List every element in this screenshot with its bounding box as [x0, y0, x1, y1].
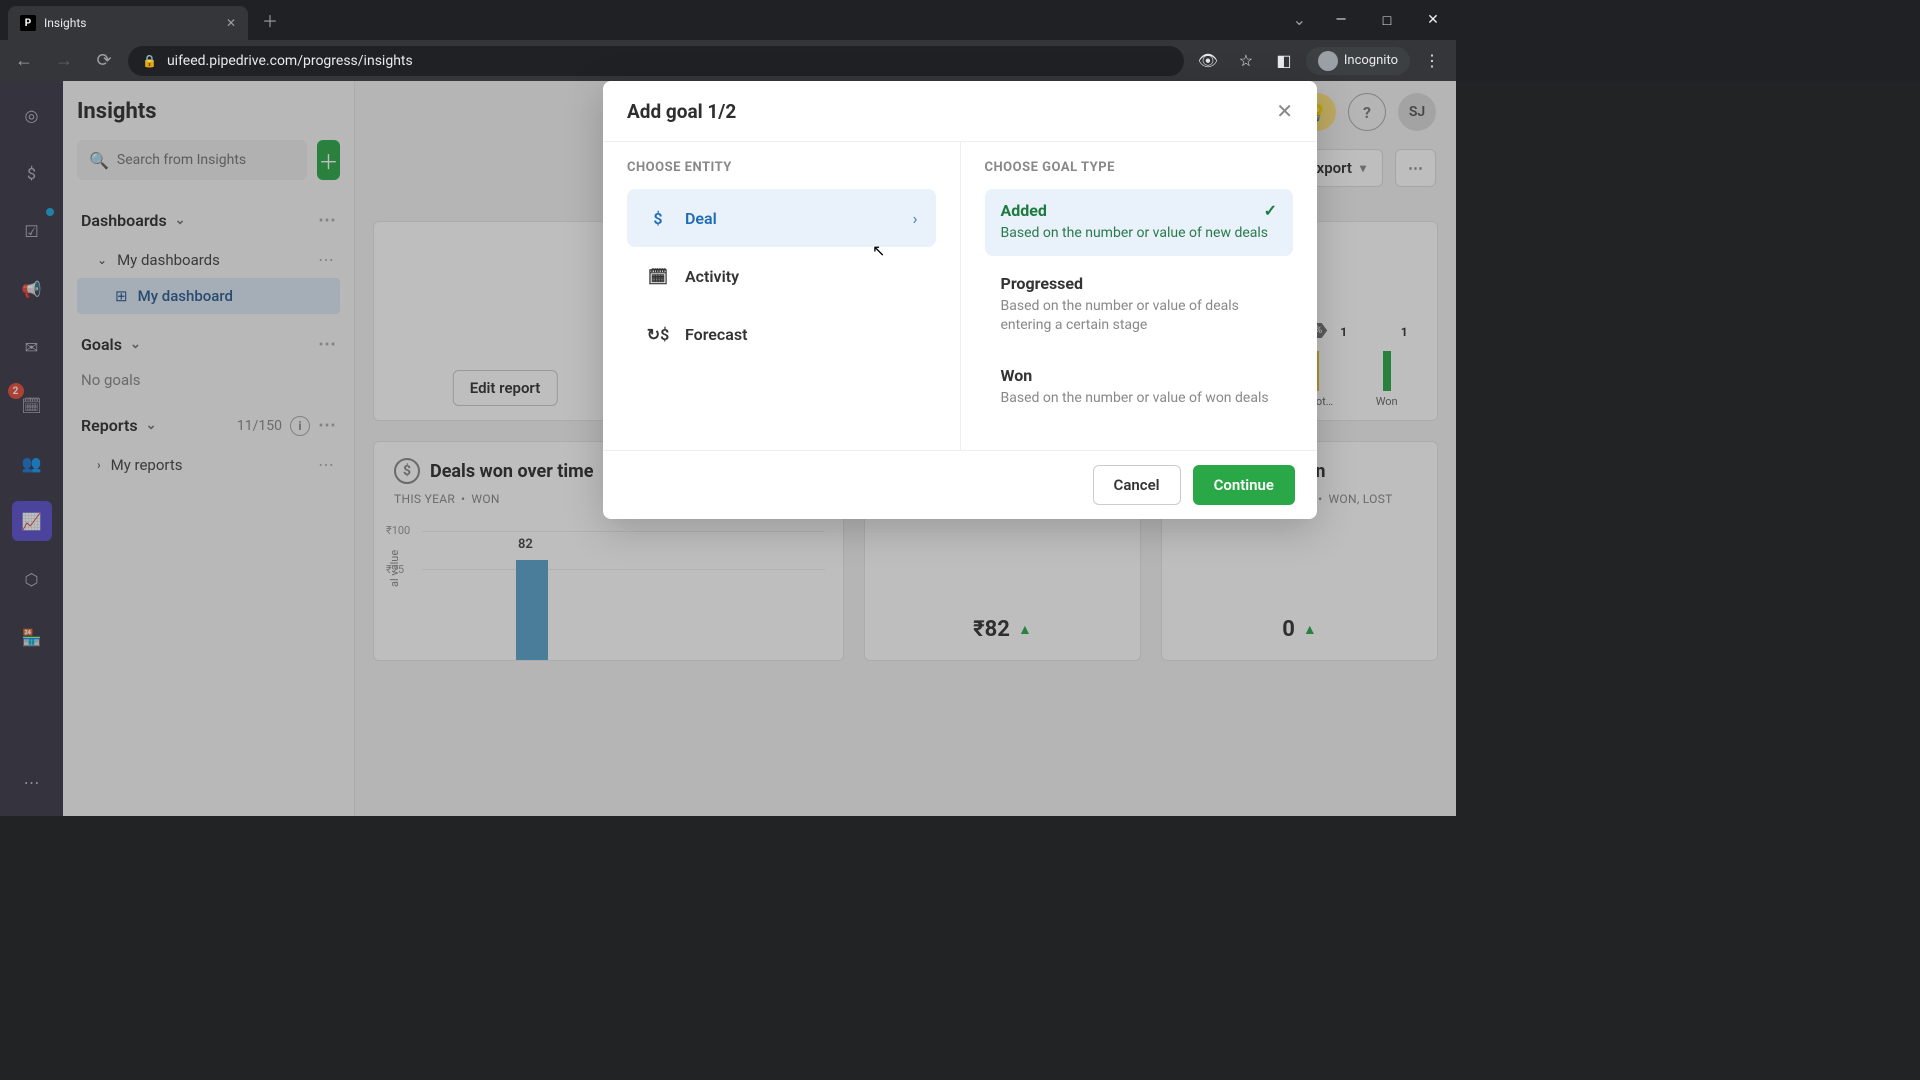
entity-label: Deal: [685, 209, 717, 228]
browser-tab[interactable]: P Insights ✕: [8, 6, 248, 40]
main-content: 👤⁺ 💡 ? SJ r▾ ↗Share Export▾ ⋯ Edit repor…: [355, 81, 1456, 816]
eye-off-icon[interactable]: 👁: [1192, 45, 1224, 77]
bookmark-icon[interactable]: ☆: [1230, 45, 1262, 77]
browser-menu-icon[interactable]: ⋮: [1416, 45, 1448, 77]
tabs-dropdown-icon[interactable]: ⌄: [1293, 10, 1306, 29]
close-tab-icon[interactable]: ✕: [226, 16, 236, 30]
entity-label: Forecast: [685, 325, 747, 344]
tab-bar: P Insights ✕ ＋ ⌄ ― □ ✕: [0, 0, 1456, 40]
tab-favicon: P: [20, 15, 36, 31]
extensions-icon[interactable]: ◧: [1268, 45, 1300, 77]
goal-type-added[interactable]: Added ✓ Based on the number or value of n…: [985, 189, 1294, 256]
goal-type-desc: Based on the number or value of won deal…: [1001, 389, 1278, 409]
calendar-icon: 🗓: [645, 263, 671, 289]
tab-title: Insights: [44, 16, 86, 30]
entity-forecast[interactable]: ↻$ Forecast: [627, 305, 936, 363]
url-text: uifeed.pipedrive.com/progress/insights: [167, 53, 413, 69]
forecast-icon: ↻$: [645, 321, 671, 347]
url-input[interactable]: 🔒 uifeed.pipedrive.com/progress/insights: [128, 46, 1184, 76]
close-window-button[interactable]: ✕: [1410, 0, 1456, 40]
address-bar: ← → ⟳ 🔒 uifeed.pipedrive.com/progress/in…: [0, 40, 1456, 81]
choose-entity-column: CHOOSE ENTITY $ Deal › 🗓 Activity ↻$: [603, 142, 961, 450]
incognito-label: Incognito: [1344, 53, 1398, 68]
column-heading: CHOOSE GOAL TYPE: [985, 160, 1294, 175]
goal-type-desc: Based on the number or value of new deal…: [1001, 224, 1278, 244]
maximize-button[interactable]: □: [1364, 0, 1410, 40]
goal-type-title: Added: [1001, 201, 1047, 220]
goal-type-progressed[interactable]: Progressed Based on the number or value …: [985, 262, 1294, 348]
app-root: ◎ $ ☑ 📢 ✉ 2🗓 👥 📈 ⬡ 🏪 ⋯ Insights 🔍 ＋ Dash…: [0, 81, 1456, 816]
continue-button[interactable]: Continue: [1193, 465, 1295, 505]
cancel-button[interactable]: Cancel: [1093, 465, 1181, 505]
entity-activity[interactable]: 🗓 Activity: [627, 247, 936, 305]
incognito-indicator[interactable]: Incognito: [1306, 47, 1410, 75]
deal-icon: $: [645, 205, 671, 231]
goal-type-desc: Based on the number or value of deals en…: [1001, 297, 1278, 336]
add-goal-modal: Add goal 1/2 ✕ CHOOSE ENTITY $ Deal › 🗓: [603, 81, 1317, 519]
new-tab-button[interactable]: ＋: [256, 6, 284, 34]
entity-label: Activity: [685, 267, 739, 286]
entity-deal[interactable]: $ Deal ›: [627, 189, 936, 247]
check-icon: ✓: [1264, 201, 1277, 220]
modal-overlay[interactable]: Add goal 1/2 ✕ CHOOSE ENTITY $ Deal › 🗓: [355, 81, 1456, 816]
goal-type-won[interactable]: Won Based on the number or value of won …: [985, 354, 1294, 421]
choose-goal-type-column: CHOOSE GOAL TYPE Added ✓ Based on the num…: [961, 142, 1318, 450]
column-heading: CHOOSE ENTITY: [627, 160, 936, 175]
minimize-button[interactable]: ―: [1318, 0, 1364, 40]
close-icon[interactable]: ✕: [1276, 99, 1293, 123]
goal-type-title: Progressed: [1001, 274, 1084, 293]
lock-icon: 🔒: [142, 54, 157, 68]
incognito-icon: [1318, 51, 1338, 71]
chevron-right-icon: ›: [913, 209, 918, 228]
forward-button[interactable]: →: [48, 45, 80, 77]
reload-button[interactable]: ⟳: [88, 45, 120, 77]
goal-type-title: Won: [1001, 366, 1033, 385]
browser-chrome: P Insights ✕ ＋ ⌄ ― □ ✕ ← → ⟳ 🔒 uifeed.pi…: [0, 0, 1456, 81]
back-button[interactable]: ←: [8, 45, 40, 77]
modal-title: Add goal 1/2: [627, 100, 736, 123]
